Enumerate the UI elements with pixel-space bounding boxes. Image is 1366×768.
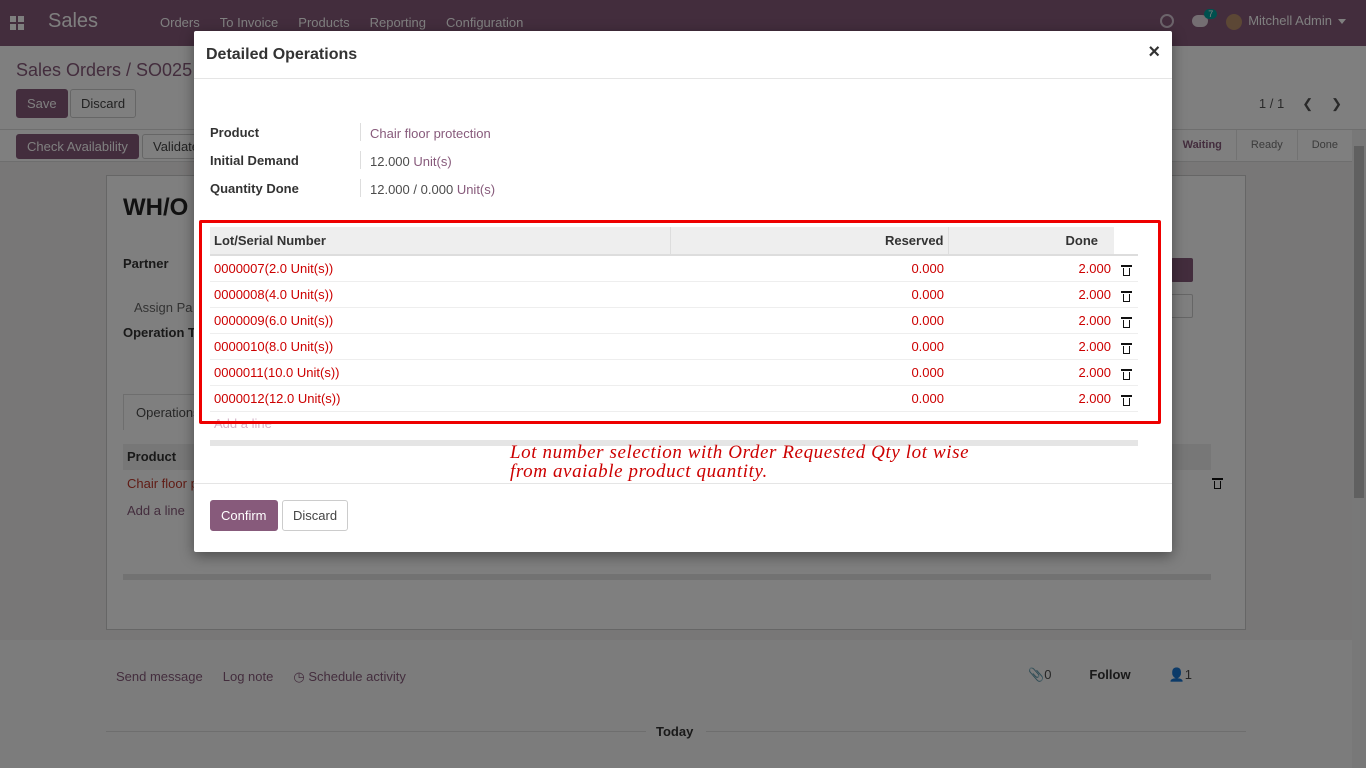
annotation-line-1: Lot number selection with Order Requeste… [510, 442, 970, 463]
quantity-separator: / [413, 182, 418, 197]
trash-icon[interactable] [1120, 264, 1132, 276]
trash-icon[interactable] [1120, 368, 1132, 380]
table-row[interactable]: 0000012(12.0 Unit(s)) 0.000 2.000 [210, 385, 1138, 412]
add-line-link[interactable]: Add a line [210, 412, 1138, 434]
col-actions [1114, 227, 1138, 255]
annotation-note: Lot number selection with Order Requeste… [510, 443, 1030, 481]
dialog-footer: Confirm Discard [194, 483, 1172, 552]
reserved-cell: 0.000 [670, 307, 948, 334]
initial-demand-label: Initial Demand [210, 153, 299, 168]
done-cell[interactable]: 2.000 [948, 359, 1114, 386]
quantity-reserved-value: 0.000 [420, 182, 454, 197]
annotation-line-2: from avaiable product quantity. [510, 461, 768, 482]
discard-button[interactable]: Discard [282, 500, 349, 531]
done-cell[interactable]: 2.000 [948, 307, 1114, 334]
reserved-cell: 0.000 [670, 333, 948, 360]
lot-cell[interactable]: 0000011(10.0 Unit(s)) [210, 359, 670, 386]
close-icon[interactable]: × [1148, 42, 1160, 62]
product-label: Product [210, 125, 260, 140]
done-cell[interactable]: 2.000 [948, 333, 1114, 360]
lot-table: Lot/Serial Number Reserved Done 0000007(… [210, 227, 1138, 446]
dialog-header: Detailed Operations × [194, 31, 1172, 79]
done-cell[interactable]: 2.000 [948, 385, 1114, 412]
table-row[interactable]: 0000007(2.0 Unit(s)) 0.000 2.000 [210, 255, 1138, 282]
trash-icon[interactable] [1120, 342, 1132, 354]
confirm-button[interactable]: Confirm [210, 500, 278, 531]
lot-cell[interactable]: 0000010(8.0 Unit(s)) [210, 333, 670, 360]
reserved-cell: 0.000 [670, 385, 948, 412]
reserved-cell: 0.000 [670, 281, 948, 308]
detailed-operations-dialog: Detailed Operations × Product Chair floo… [194, 31, 1172, 552]
quantity-done-value: 12.000 [370, 182, 410, 197]
trash-icon[interactable] [1120, 394, 1132, 406]
reserved-cell: 0.000 [670, 255, 948, 282]
table-row[interactable]: 0000008(4.0 Unit(s)) 0.000 2.000 [210, 281, 1138, 308]
done-cell[interactable]: 2.000 [948, 281, 1114, 308]
col-done[interactable]: Done [947, 227, 1114, 255]
table-row[interactable]: 0000011(10.0 Unit(s)) 0.000 2.000 [210, 359, 1138, 386]
col-reserved[interactable]: Reserved [669, 227, 948, 255]
product-info: Product Chair floor protection Initial D… [210, 123, 495, 207]
dialog-title: Detailed Operations [206, 46, 358, 63]
done-cell[interactable]: 2.000 [948, 255, 1114, 282]
lot-cell[interactable]: 0000007(2.0 Unit(s)) [210, 255, 670, 282]
lot-cell[interactable]: 0000009(6.0 Unit(s)) [210, 307, 670, 334]
lot-cell[interactable]: 0000012(12.0 Unit(s)) [210, 385, 670, 412]
reserved-cell: 0.000 [670, 359, 948, 386]
table-row[interactable]: 0000010(8.0 Unit(s)) 0.000 2.000 [210, 333, 1138, 360]
initial-demand-value: 12.000 [370, 154, 410, 169]
quantity-done-label: Quantity Done [210, 181, 299, 196]
trash-icon[interactable] [1120, 316, 1132, 328]
trash-icon[interactable] [1120, 290, 1132, 302]
done-uom-link[interactable]: Unit(s) [457, 182, 495, 197]
demand-uom-link[interactable]: Unit(s) [413, 154, 451, 169]
col-lot-serial[interactable]: Lot/Serial Number [210, 227, 670, 255]
product-link[interactable]: Chair floor protection [370, 126, 491, 141]
lot-cell[interactable]: 0000008(4.0 Unit(s)) [210, 281, 670, 308]
table-row[interactable]: 0000009(6.0 Unit(s)) 0.000 2.000 [210, 307, 1138, 334]
